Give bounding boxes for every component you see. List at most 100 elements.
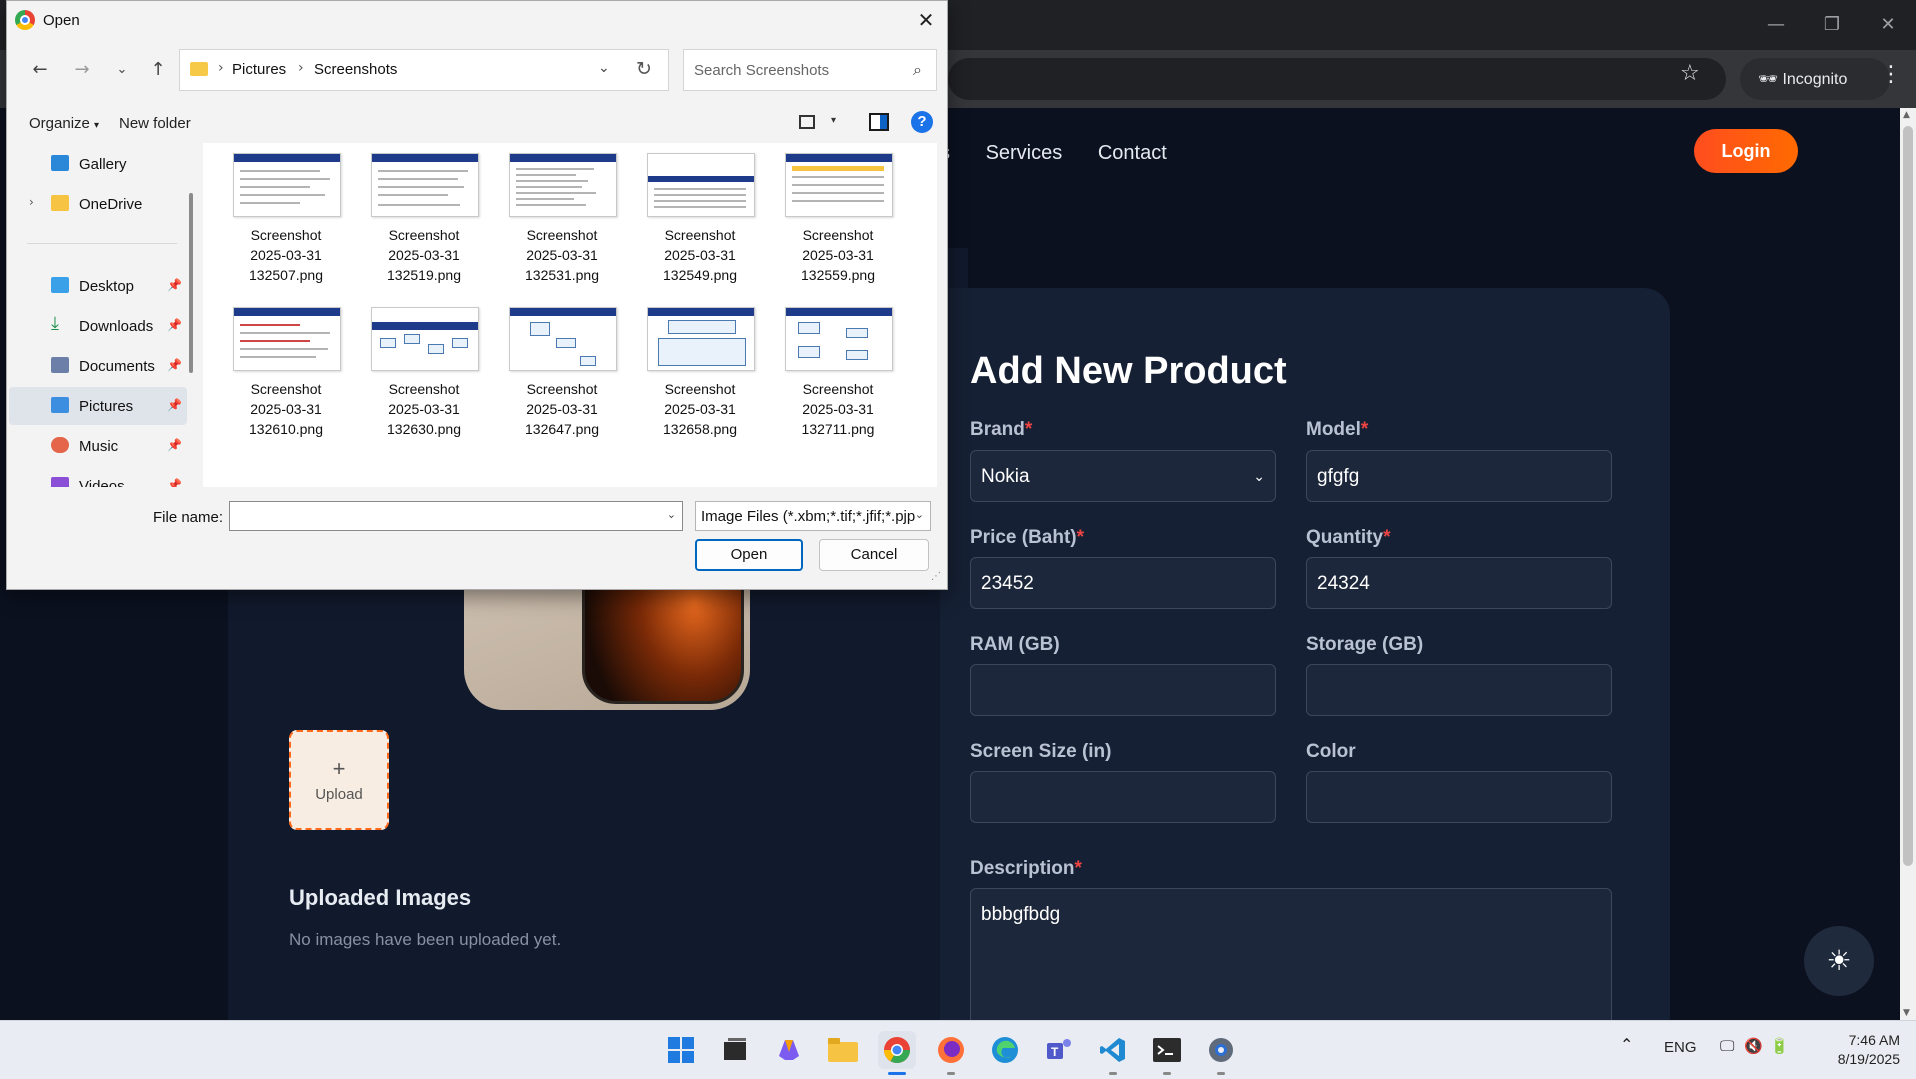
upload-button[interactable]: + Upload	[289, 730, 389, 830]
description-label-text: Description	[970, 858, 1075, 879]
storage-input[interactable]	[1306, 664, 1612, 716]
file-tile[interactable]: Screenshot 2025-03-31 132559.png	[775, 143, 901, 293]
battery-icon[interactable]: 🔋	[1770, 1037, 1789, 1055]
nav-item-onedrive[interactable]: › OneDrive	[9, 185, 187, 223]
nav-pane-scrollbar[interactable]	[189, 193, 193, 373]
file-tile[interactable]: Screenshot 2025-03-31 132610.png	[223, 297, 349, 447]
address-dropdown-icon[interactable]: ⌄	[598, 60, 610, 76]
address-bar[interactable]	[948, 58, 1726, 100]
pin-icon[interactable]: 📌	[167, 318, 182, 332]
expand-chevron-icon[interactable]: ›	[29, 195, 34, 209]
view-options-icon[interactable]	[799, 115, 815, 129]
settings-icon[interactable]	[1202, 1031, 1240, 1075]
incognito-label: Incognito	[1782, 71, 1848, 88]
file-name: Screenshot 2025-03-31 132658.png	[637, 379, 763, 439]
teams-icon[interactable]: T	[1040, 1031, 1078, 1069]
theme-toggle-button[interactable]: ☀	[1804, 926, 1874, 996]
dialog-close-icon[interactable]: ✕	[911, 5, 941, 35]
organize-menu[interactable]: Organize ▾	[29, 115, 99, 132]
pin-icon[interactable]: 📌	[167, 398, 182, 412]
minimize-button[interactable]: —	[1756, 10, 1796, 40]
file-tile[interactable]: Screenshot 2025-03-31 132549.png	[637, 143, 763, 293]
browser-menu-icon[interactable]: ⋮	[1880, 62, 1902, 87]
terminal-icon[interactable]	[1148, 1031, 1186, 1075]
open-button[interactable]: Open	[695, 539, 803, 571]
quantity-label: Quantity*	[1306, 527, 1390, 549]
start-icon[interactable]	[662, 1031, 700, 1069]
volume-muted-icon[interactable]: 🔇	[1744, 1037, 1763, 1055]
task-view-icon[interactable]	[716, 1031, 754, 1069]
scroll-down-icon[interactable]: ▼	[1903, 1008, 1910, 1018]
file-name-line: Screenshot	[250, 227, 322, 243]
pin-icon[interactable]: 📌	[167, 358, 182, 372]
help-icon[interactable]: ?	[911, 111, 933, 133]
nav-link-services[interactable]: Services	[986, 142, 1063, 164]
search-icon[interactable]: ⌕	[913, 60, 922, 80]
file-name-line: 132647.png	[525, 421, 599, 437]
file-explorer-icon[interactable]	[824, 1031, 862, 1069]
chrome-icon[interactable]	[878, 1031, 916, 1075]
file-tile[interactable]: Screenshot 2025-03-31 132531.png	[499, 143, 625, 293]
scroll-thumb[interactable]	[1903, 126, 1913, 866]
breadcrumb-screenshots[interactable]: Screenshots	[314, 61, 397, 78]
up-arrow-icon[interactable]: ↑	[143, 55, 173, 85]
file-tile[interactable]: Screenshot 2025-03-31 132647.png	[499, 297, 625, 447]
nav-item-documents[interactable]: Documents 📌	[9, 347, 187, 385]
breadcrumb-pictures[interactable]: Pictures	[232, 61, 286, 78]
incognito-indicator[interactable]: 🕶 Incognito	[1740, 58, 1890, 100]
dialog-search-input[interactable]: Search Screenshots ⌕	[683, 49, 937, 91]
scroll-up-icon[interactable]: ▲	[1903, 110, 1910, 120]
nav-item-music[interactable]: Music 📌	[9, 427, 187, 465]
model-label-text: Model	[1306, 419, 1361, 440]
file-thumbnail	[509, 153, 617, 217]
file-tile[interactable]: Screenshot 2025-03-31 132519.png	[361, 143, 487, 293]
pin-icon[interactable]: 📌	[167, 478, 182, 487]
bookmark-star-icon[interactable]: ☆	[1680, 61, 1700, 86]
dialog-address-bar[interactable]: › Pictures › Screenshots ⌄ ↻	[179, 49, 669, 91]
page-scrollbar[interactable]: ▲ ▼	[1900, 108, 1916, 1020]
login-button[interactable]: Login	[1694, 129, 1798, 173]
cancel-button[interactable]: Cancel	[819, 539, 929, 571]
vscode-icon[interactable]	[1094, 1031, 1132, 1075]
clock[interactable]: 7:46 AM 8/19/2025	[1820, 1031, 1900, 1069]
file-name-input[interactable]: ⌄	[229, 501, 683, 531]
file-tile[interactable]: Screenshot 2025-03-31 132630.png	[361, 297, 487, 447]
new-folder-button[interactable]: New folder	[119, 115, 191, 132]
file-tile[interactable]: Screenshot 2025-03-31 132711.png	[775, 297, 901, 447]
nav-item-videos[interactable]: Videos 📌	[9, 467, 187, 487]
nav-item-desktop[interactable]: Desktop 📌	[9, 267, 187, 305]
restore-button[interactable]: ❐	[1812, 10, 1852, 40]
pin-icon[interactable]: 📌	[167, 438, 182, 452]
refresh-icon[interactable]: ↻	[636, 58, 652, 80]
resize-grip-icon[interactable]: ⋰	[931, 571, 941, 582]
ram-input[interactable]	[970, 664, 1276, 716]
close-window-button[interactable]: ✕	[1868, 10, 1908, 40]
nav-item-downloads[interactable]: ⤓ Downloads 📌	[9, 307, 187, 345]
pin-icon[interactable]: 📌	[167, 278, 182, 292]
nav-link-contact[interactable]: Contact	[1098, 142, 1167, 164]
recent-locations-chevron-icon[interactable]: ⌄	[107, 55, 137, 85]
color-input[interactable]	[1306, 771, 1612, 823]
file-thumbnail	[647, 153, 755, 217]
forward-arrow-icon[interactable]: →	[67, 55, 97, 85]
tray-chevron-icon[interactable]: ⌃	[1620, 1035, 1633, 1054]
chevron-down-icon[interactable]: ⌄	[667, 508, 676, 521]
language-indicator[interactable]: ENG	[1664, 1039, 1697, 1056]
nav-item-gallery[interactable]: Gallery	[9, 145, 187, 183]
quantity-input[interactable]: 24324	[1306, 557, 1612, 609]
file-tile[interactable]: Screenshot 2025-03-31 132658.png	[637, 297, 763, 447]
preview-pane-icon[interactable]	[869, 113, 889, 131]
screen-size-input[interactable]	[970, 771, 1276, 823]
brand-select[interactable]: Nokia ⌄	[970, 450, 1276, 502]
back-arrow-icon[interactable]: ←	[25, 55, 55, 85]
nav-item-pictures[interactable]: Pictures 📌	[9, 387, 187, 425]
file-type-select[interactable]: Image Files (*.xbm;*.tif;*.jfif;*.pjp ⌄	[695, 501, 931, 531]
model-input[interactable]: gfgfg	[1306, 450, 1612, 502]
file-tile[interactable]: Screenshot 2025-03-31 132507.png	[223, 143, 349, 293]
firefox-icon[interactable]	[932, 1031, 970, 1075]
copilot-icon[interactable]	[770, 1031, 808, 1069]
caret-down-icon[interactable]: ▾	[831, 115, 836, 126]
edge-icon[interactable]	[986, 1031, 1024, 1069]
display-icon[interactable]: 🖵	[1720, 1037, 1734, 1055]
price-input[interactable]: 23452	[970, 557, 1276, 609]
